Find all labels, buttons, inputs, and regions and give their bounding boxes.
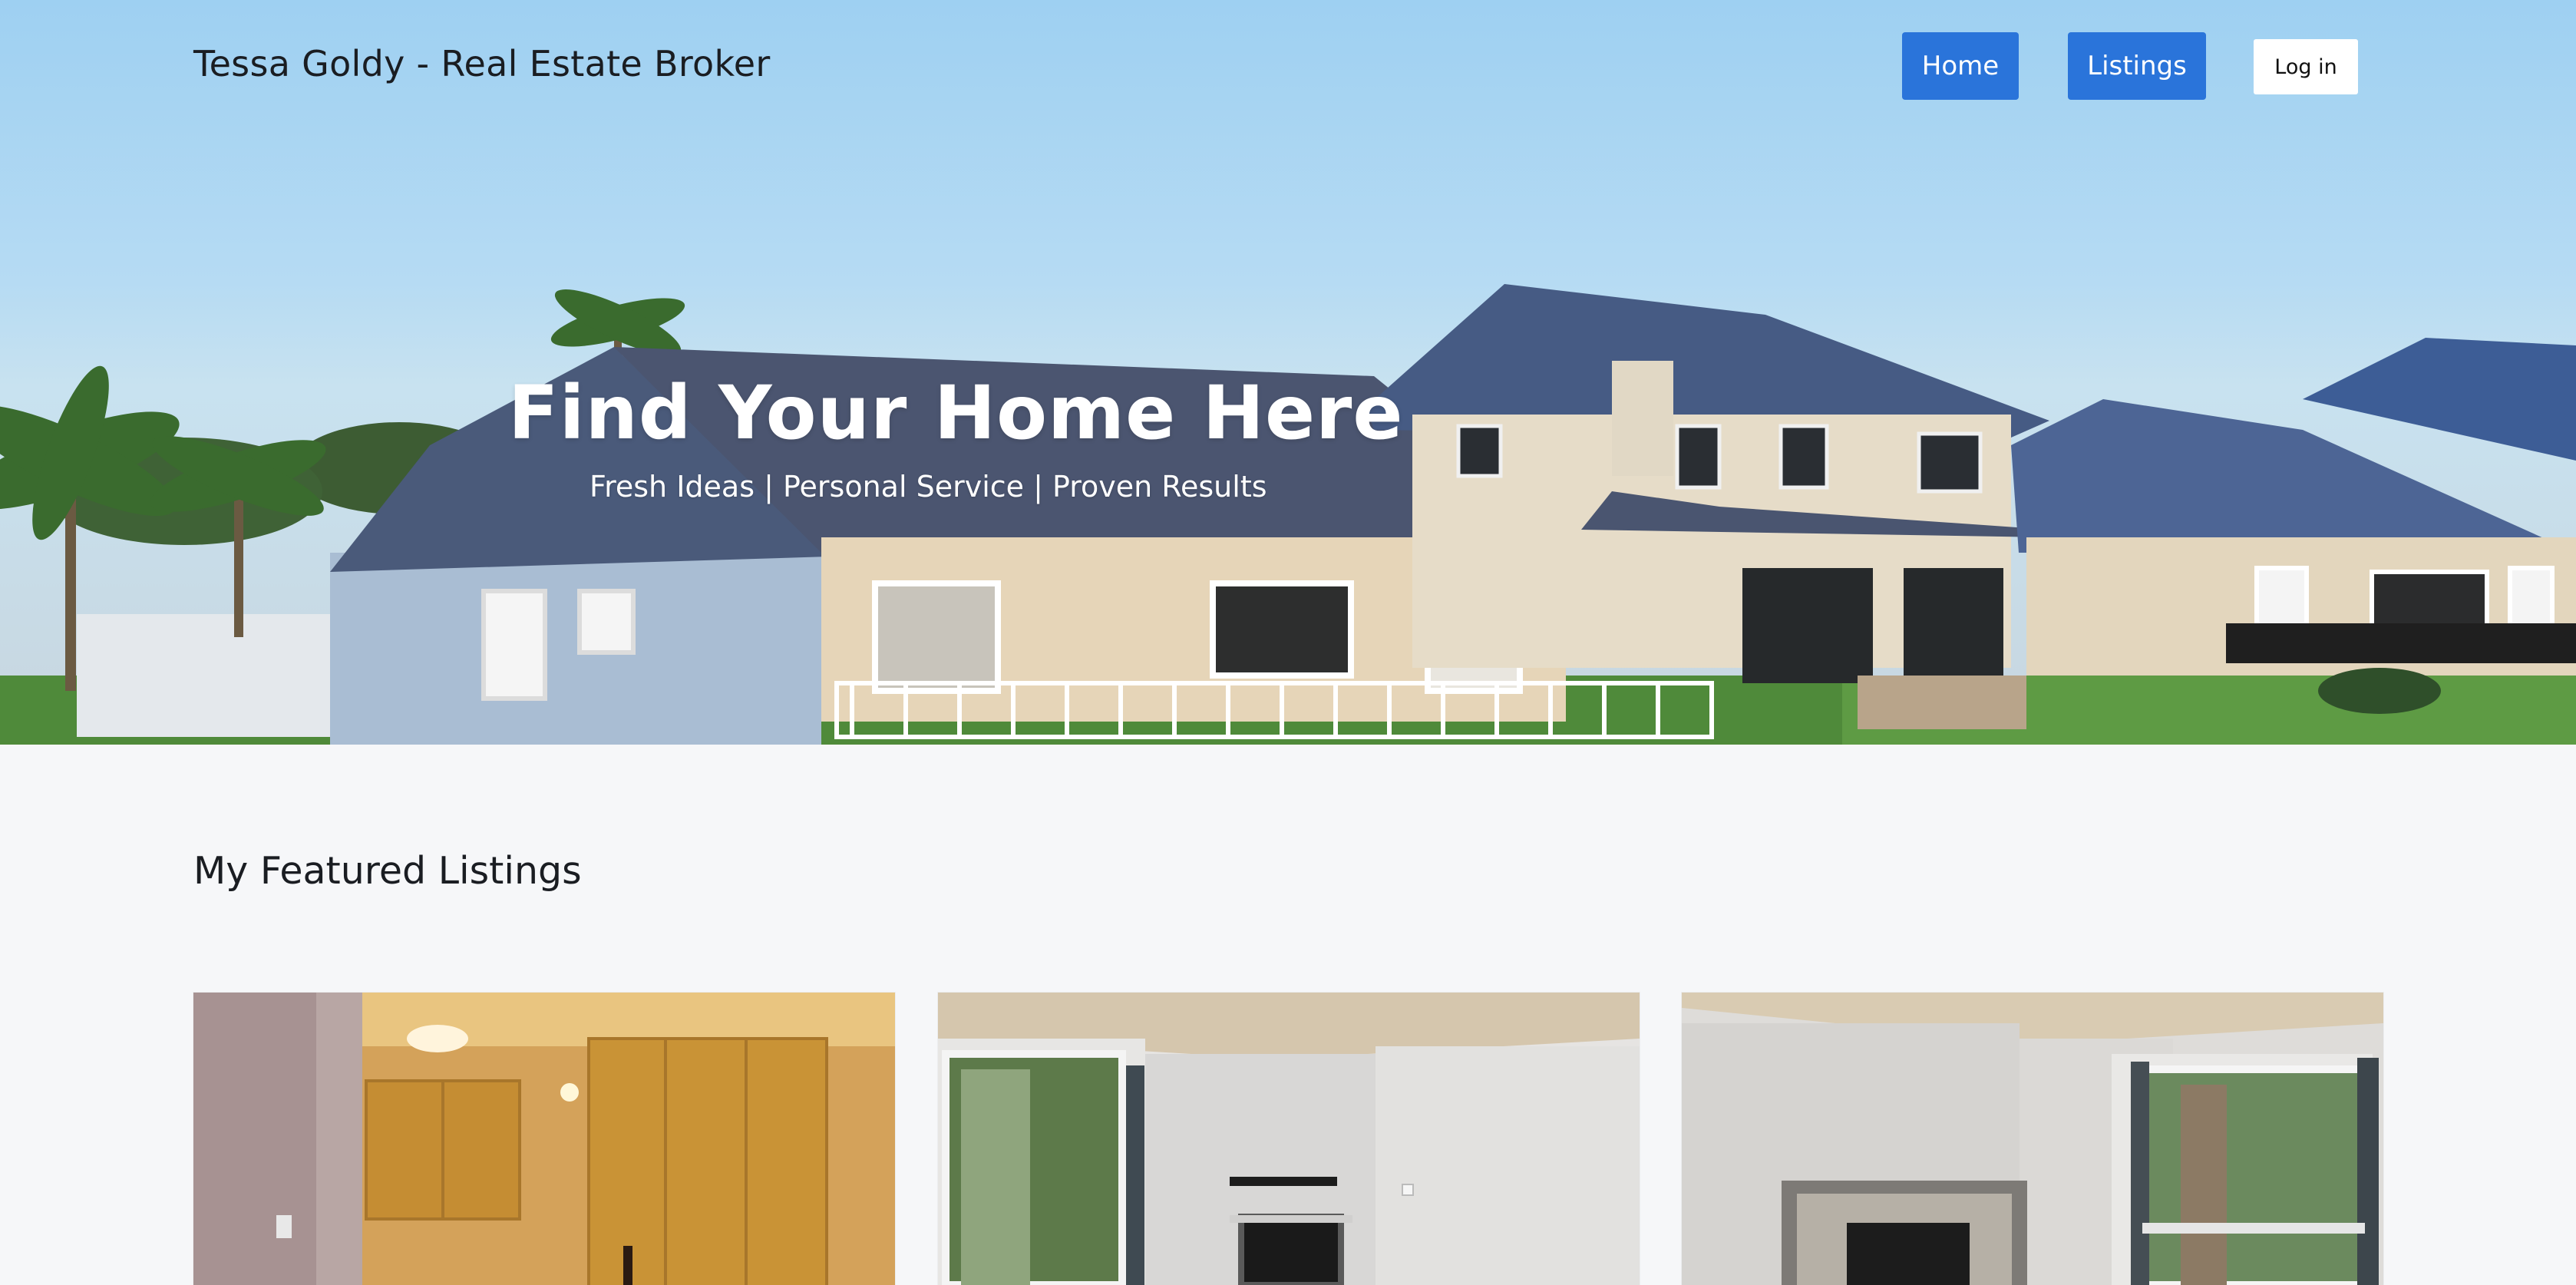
living-room-fireplace-window-photo	[1682, 993, 2383, 1285]
listing-card-3[interactable]	[1682, 993, 2383, 1285]
listing-card-1[interactable]	[193, 993, 895, 1285]
brand-title[interactable]: Tessa Goldy - Real Estate Broker	[193, 43, 771, 84]
hero-title: Find Your Home Here	[508, 370, 1404, 456]
hero-banner: Tessa Goldy - Real Estate Broker Home Li…	[0, 0, 2576, 745]
kitchen-photo	[193, 993, 895, 1285]
nav-listings-button[interactable]: Listings	[2068, 32, 2206, 100]
hero-subtitle: Fresh Ideas | Personal Service | Proven …	[590, 470, 1267, 504]
nav-home-button[interactable]: Home	[1902, 32, 2019, 100]
living-room-fireplace-photo	[938, 993, 1640, 1285]
login-button[interactable]: Log in	[2254, 39, 2358, 94]
featured-listings-heading: My Featured Listings	[193, 849, 582, 893]
listing-card-2[interactable]	[938, 993, 1640, 1285]
